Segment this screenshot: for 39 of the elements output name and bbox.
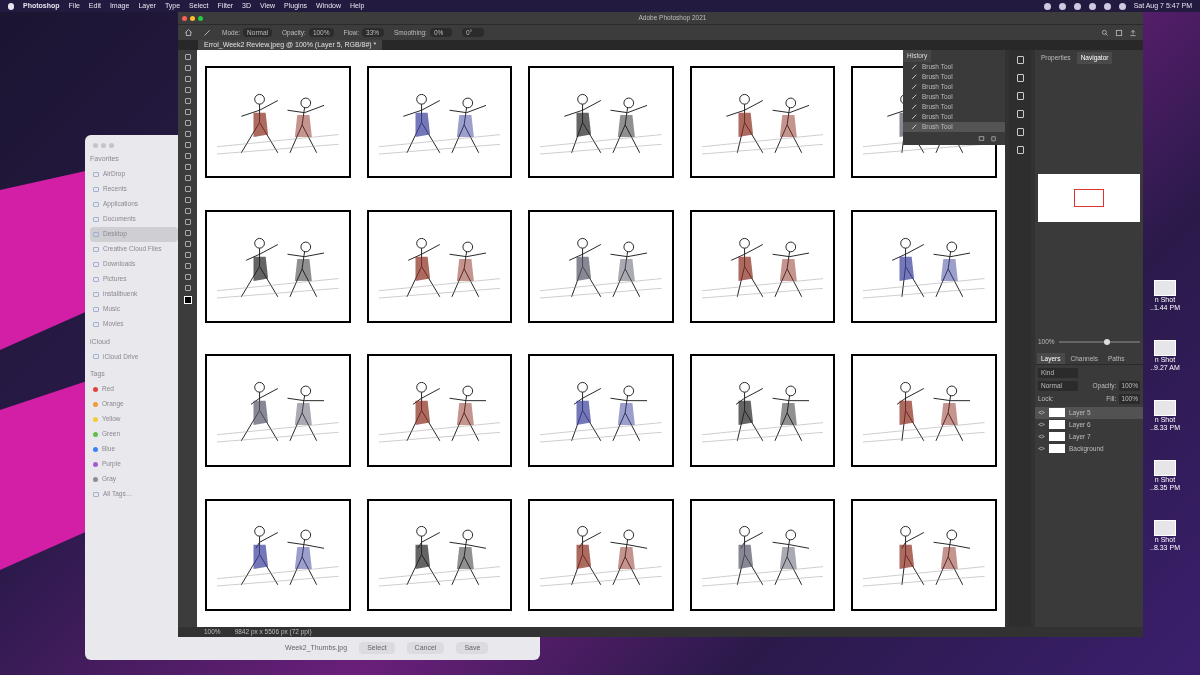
layer-thumbnail (1049, 408, 1065, 417)
folder-icon (93, 231, 99, 237)
zoom-slider[interactable] (1058, 340, 1140, 343)
file-thumbnail-icon[interactable] (1154, 460, 1176, 476)
share-icon (1129, 28, 1137, 37)
folder-icon (93, 246, 99, 252)
close-button[interactable] (182, 15, 187, 21)
file-thumbnail-icon[interactable] (1154, 340, 1176, 356)
folder-icon (93, 186, 99, 192)
folder-icon (93, 321, 99, 327)
file-thumbnail-icon[interactable] (1154, 520, 1176, 536)
folder-icon (93, 261, 99, 267)
folder-icon (93, 276, 99, 282)
file-thumbnail-icon[interactable] (1154, 280, 1176, 296)
folder-icon (93, 216, 99, 222)
search-icon (1101, 28, 1109, 37)
zoom-slider-thumb[interactable] (1104, 338, 1111, 345)
home-icon (184, 28, 193, 37)
layer-thumbnail (1049, 444, 1065, 453)
file-thumbnail-icon[interactable] (1154, 400, 1176, 416)
zoom-button[interactable] (198, 15, 203, 21)
layer-thumbnail (1049, 432, 1065, 441)
folder-icon (93, 171, 99, 177)
panel-icon[interactable] (1016, 110, 1024, 118)
view-box (1074, 188, 1104, 207)
panel-icon[interactable] (1016, 128, 1024, 136)
folder-icon (93, 291, 99, 297)
folder-icon (93, 354, 99, 359)
brush-icon (203, 28, 212, 37)
panel-icon[interactable] (1016, 74, 1024, 82)
minimize-button[interactable] (190, 15, 195, 21)
panel-icon[interactable] (1016, 92, 1024, 100)
folder-icon (93, 491, 99, 497)
panel-icon[interactable] (1016, 146, 1024, 154)
layer-thumbnail (1049, 420, 1065, 429)
folder-icon (93, 306, 99, 312)
color-swatch-icon[interactable] (183, 296, 192, 304)
panel-icon[interactable] (1016, 56, 1024, 64)
folder-icon (93, 201, 99, 207)
